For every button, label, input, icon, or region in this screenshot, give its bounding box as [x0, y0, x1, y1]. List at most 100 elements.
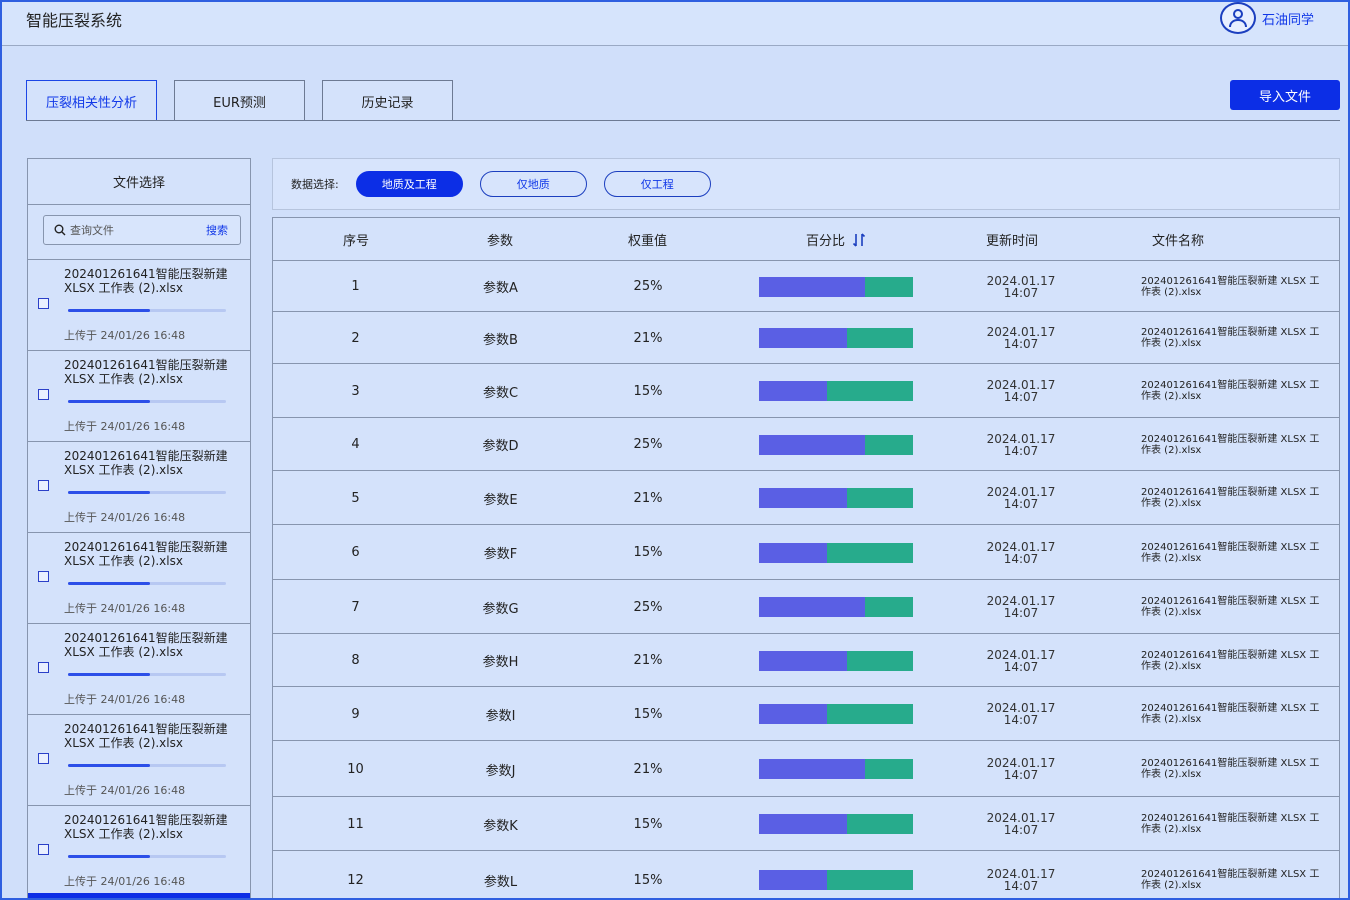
- search-placeholder[interactable]: 查询文件: [70, 222, 206, 238]
- user-name[interactable]: 石油同学: [1262, 9, 1314, 28]
- header-file-name: 文件名称: [1152, 234, 1205, 249]
- file-upload-progress-fill: [68, 309, 151, 312]
- table-row[interactable]: 7 参数G 25% 2024.01.17 14:07 202401261641智能压裂新建…: [273, 580, 1339, 634]
- file-list-item[interactable]: 202401261641智能压裂新建 XLSX 工作表 (2).xlsx 上传于 …: [28, 805, 250, 896]
- row-weight: 21%: [633, 761, 663, 777]
- file-list-item[interactable]: 202401261641智能压裂新建 XLSX 工作表 (2).xlsx 上传于 …: [28, 532, 250, 623]
- file-upload-progress: [68, 491, 226, 494]
- percentage-bar-segment-b: [865, 597, 913, 617]
- percentage-bar-segment-a: [759, 434, 866, 455]
- table-row[interactable]: 5 参数E 21% 2024.01.17 14:07 202401261641智能压裂新建…: [273, 471, 1339, 525]
- search-button[interactable]: 搜索: [206, 222, 228, 238]
- file-upload-time: 上传于 24/01/26 16:48: [64, 784, 186, 797]
- percentage-bar-segment-a: [759, 542, 827, 563]
- tab-history[interactable]: 历史记录: [322, 80, 453, 121]
- tab-correlation-analysis[interactable]: 压裂相关性分析: [26, 80, 157, 121]
- table-row[interactable]: 6 参数F 15% 2024.01.17 14:07 202401261641智能压裂新建…: [273, 525, 1339, 580]
- row-percentage-bar: [759, 814, 913, 834]
- row-index: 7: [351, 599, 360, 615]
- file-checkbox[interactable]: [38, 298, 49, 309]
- percentage-bar-segment-a: [759, 381, 827, 401]
- file-name: 202401261641智能压裂新建 XLSX 工作表 (2).xlsx: [64, 358, 228, 386]
- app-frame: 智能压裂系统 石油同学 压裂相关性分析 EUR预测 历史记录 导入文件 文件选择…: [0, 0, 1350, 900]
- row-percentage-bar: [759, 328, 913, 348]
- row-update-clock: 14:07: [1003, 551, 1039, 566]
- row-update-clock: 14:07: [1003, 713, 1039, 727]
- row-parameter: 参数H: [482, 655, 519, 670]
- row-update-time: 2024.01.17 14:07: [973, 326, 1069, 350]
- row-percentage-bar: [759, 870, 913, 890]
- table-row[interactable]: 10 参数J 21% 2024.01.17 14:07 202401261641智能压裂新…: [273, 741, 1339, 797]
- row-index: 9: [351, 706, 360, 722]
- row-parameter: 参数J: [485, 763, 516, 779]
- file-checkbox[interactable]: [38, 662, 49, 673]
- row-weight: 21%: [633, 330, 663, 346]
- user-avatar-icon[interactable]: [1219, 2, 1256, 34]
- file-upload-progress-fill: [68, 491, 151, 494]
- file-checkbox[interactable]: [38, 753, 49, 764]
- row-index: 8: [351, 653, 360, 668]
- table-row[interactable]: 1 参数A 25% 2024.01.17 14:07 202401261641智能压裂新建…: [273, 261, 1339, 312]
- row-index: 4: [351, 437, 360, 452]
- sort-icon[interactable]: [851, 232, 867, 248]
- table-row[interactable]: 2 参数B 21% 2024.01.17 14:07 202401261641智能压裂新建…: [273, 312, 1339, 364]
- percentage-bar-segment-a: [759, 276, 866, 297]
- file-upload-progress: [68, 400, 226, 403]
- file-selection-title: 文件选择: [28, 159, 250, 205]
- row-percentage-bar: [759, 542, 913, 563]
- header-percentage-sort[interactable]: 百分比: [806, 218, 867, 261]
- header-update-time: 更新时间: [986, 234, 1039, 249]
- user-menu[interactable]: 石油同学: [1219, 2, 1314, 34]
- row-index: 12: [347, 872, 364, 888]
- correlation-table: 序号 参数 权重值 百分比 更新时间 文件名称 1 参数A 25% 2024.01.1…: [272, 217, 1340, 898]
- file-list-item[interactable]: 202401261641智能压裂新建 XLSX 工作表 (2).xlsx 上传于 …: [28, 350, 250, 441]
- percentage-bar-segment-b: [846, 328, 913, 348]
- table-row[interactable]: 3 参数C 15% 2024.01.17 14:07 202401261641智能压裂新建…: [273, 364, 1339, 418]
- row-file-name: 202401261641智能压裂新建 XLSX 工作表 (2).xlsx: [1141, 596, 1320, 618]
- row-parameter: 参数K: [483, 818, 518, 834]
- row-update-date: 2024.01.17: [986, 539, 1056, 554]
- row-parameter: 参数G: [482, 601, 519, 617]
- table-row[interactable]: 8 参数H 21% 2024.01.17 14:07 202401261641智能压裂新建…: [273, 634, 1339, 687]
- percentage-bar-segment-b: [846, 814, 913, 834]
- row-weight: 15%: [633, 816, 663, 832]
- file-list-item[interactable]: 202401261641智能压裂新建 XLSX 工作表 (2).xlsx 上传于 …: [28, 714, 250, 805]
- header-weight: 权重值: [628, 234, 668, 249]
- file-list-item[interactable]: 202401261641智能压裂新建 XLSX 工作表 (2).xlsx 上传于 …: [28, 259, 250, 350]
- row-percentage-bar: [759, 704, 913, 724]
- search-icon: [54, 224, 66, 236]
- row-parameter: 参数E: [483, 492, 518, 508]
- file-upload-progress-fill: [68, 582, 151, 585]
- table-row[interactable]: 4 参数D 25% 2024.01.17 14:07 202401261641智能压裂新建…: [273, 418, 1339, 471]
- percentage-bar-segment-b: [865, 759, 913, 779]
- import-file-button[interactable]: 导入文件: [1230, 80, 1340, 110]
- filter-geology-and-engineering[interactable]: 地质及工程: [355, 171, 463, 197]
- file-checkbox[interactable]: [38, 389, 49, 400]
- file-checkbox[interactable]: [38, 844, 49, 855]
- filter-geology-only[interactable]: 仅地质: [479, 171, 587, 197]
- percentage-bar-segment-a: [759, 759, 866, 779]
- percentage-bar-segment-b: [826, 870, 913, 890]
- row-update-time: 2024.01.17 14:07: [973, 379, 1069, 403]
- percentage-bar-segment-b: [826, 381, 913, 401]
- table-row[interactable]: 12 参数L 15% 2024.01.17 14:07 202401261641智能压裂新…: [273, 851, 1339, 898]
- row-update-date: 2024.01.17: [986, 273, 1056, 288]
- file-checkbox[interactable]: [38, 480, 49, 491]
- filter-engineering-only[interactable]: 仅工程: [603, 171, 711, 197]
- percentage-bar-segment-b: [865, 434, 913, 455]
- file-checkbox[interactable]: [38, 571, 49, 582]
- row-index: 5: [351, 490, 360, 506]
- file-list-item[interactable]: 202401261641智能压裂新建 XLSX 工作表 (2).xlsx 上传于 …: [28, 441, 250, 532]
- table-row[interactable]: 11 参数K 15% 2024.01.17 14:07 202401261641智能压裂新…: [273, 797, 1339, 851]
- percentage-bar-segment-b: [826, 542, 913, 563]
- row-parameter: 参数F: [483, 547, 518, 562]
- table-row[interactable]: 9 参数I 15% 2024.01.17 14:07 202401261641智能压裂新建…: [273, 687, 1339, 741]
- tab-eur-prediction[interactable]: EUR预测: [174, 80, 305, 121]
- row-update-time: 2024.01.17 14:07: [973, 275, 1069, 299]
- row-update-clock: 14:07: [1003, 659, 1039, 674]
- file-search-input[interactable]: 查询文件 搜索: [43, 215, 241, 245]
- file-list-item[interactable]: 202401261641智能压裂新建 XLSX 工作表 (2).xlsx 上传于 …: [28, 623, 250, 714]
- sidebar-scroll-indicator[interactable]: [28, 893, 250, 898]
- app-title: 智能压裂系统: [26, 11, 123, 30]
- file-name: 202401261641智能压裂新建 XLSX 工作表 (2).xlsx: [64, 267, 228, 295]
